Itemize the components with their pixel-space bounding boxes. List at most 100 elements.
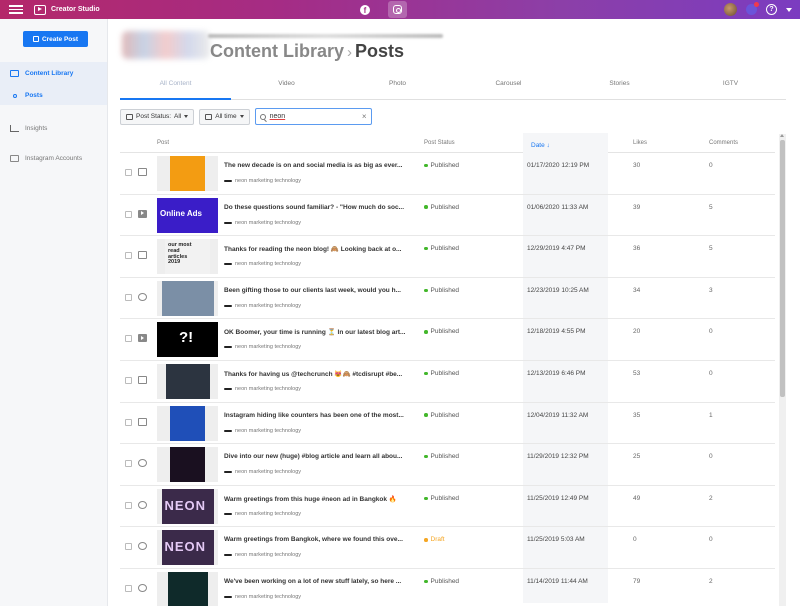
post-thumbnail-cell[interactable]: Online Ads	[157, 197, 218, 233]
tab-stories[interactable]: Stories	[564, 73, 675, 99]
notifications-icon[interactable]	[746, 2, 759, 15]
post-thumbnail	[170, 156, 205, 191]
post-thumbnail-cell[interactable]	[157, 405, 218, 441]
post-caption[interactable]: The new decade is on and social media is…	[224, 162, 414, 169]
thumbnail-caption: ?!	[179, 329, 194, 347]
sidebar-item-posts[interactable]: Posts	[10, 92, 43, 99]
post-likes: 36	[633, 245, 641, 253]
post-date: 11/25/2019 5:03 AM	[527, 536, 585, 544]
clear-icon[interactable]: ×	[362, 112, 367, 121]
column-likes[interactable]: Likes	[633, 140, 647, 146]
calendar-icon	[205, 113, 213, 120]
post-caption[interactable]: Been gifting those to our clients last w…	[224, 287, 414, 294]
row-checkbox[interactable]	[125, 210, 132, 218]
avatar[interactable]	[724, 3, 737, 16]
column-comments[interactable]: Comments	[709, 140, 738, 146]
status-label: Draft	[430, 536, 445, 544]
scroll-up-icon[interactable]	[780, 134, 784, 137]
row-checkbox[interactable]	[125, 252, 132, 260]
post-caption[interactable]: We've been working on a lot of new stuff…	[224, 578, 414, 585]
row-checkbox[interactable]	[125, 460, 132, 468]
post-thumbnail-cell[interactable]	[157, 156, 218, 191]
post-caption[interactable]: Warm greetings from this huge #neon ad i…	[224, 495, 414, 503]
platform-switcher: f	[355, 0, 407, 19]
post-thumbnail: our most read articles 2019	[165, 239, 210, 275]
breadcrumb-content-library[interactable]: Content Library	[210, 41, 344, 61]
time-range-filter[interactable]: All time	[199, 108, 250, 125]
table-row[interactable]: our most read articles 2019 Thanks for r…	[120, 236, 775, 278]
post-comments: 2	[709, 494, 713, 502]
app-title: Creator Studio	[51, 6, 100, 13]
neon-logo-icon	[224, 387, 232, 390]
neon-logo-icon	[224, 554, 232, 557]
table-row[interactable]: Been gifting those to our clients last w…	[120, 278, 775, 320]
facebook-icon[interactable]: f	[360, 4, 370, 15]
status-dot-icon	[424, 246, 428, 251]
account-name: neon marketing technology	[235, 178, 302, 184]
row-checkbox[interactable]	[125, 543, 132, 551]
post-likes: 79	[633, 577, 641, 585]
post-thumbnail-cell[interactable]	[157, 363, 218, 399]
row-checkbox[interactable]	[125, 418, 132, 426]
post-thumbnail-cell[interactable]: NEON	[157, 530, 218, 566]
video-type-icon	[138, 209, 147, 218]
tab-photo[interactable]: Photo	[342, 73, 453, 99]
carousel-type-icon	[138, 500, 147, 509]
scrollbar-thumb[interactable]	[780, 140, 785, 397]
post-likes: 20	[633, 328, 641, 336]
post-caption[interactable]: Dive into our new (huge) #blog article a…	[224, 453, 414, 460]
row-checkbox[interactable]	[125, 169, 132, 176]
row-checkbox[interactable]	[125, 584, 132, 592]
row-checkbox[interactable]	[125, 376, 132, 384]
search-input[interactable]: neon ×	[254, 108, 372, 125]
table-row[interactable]: Thanks for having us @techcrunch 😻🙈 #tcd…	[120, 361, 775, 403]
carousel-type-icon	[138, 583, 147, 592]
table-row[interactable]: NEON Warm greetings from this huge #neon…	[120, 486, 775, 528]
table-header: Post Post Status Date ↓ Likes Comments	[120, 133, 775, 603]
row-checkbox[interactable]	[125, 501, 132, 509]
tab-igtv[interactable]: IGTV	[675, 73, 786, 99]
sidebar-item-insights[interactable]: Insights	[10, 125, 47, 132]
post-comments: 0	[709, 328, 713, 336]
post-comments: 5	[709, 203, 713, 211]
search-value[interactable]: neon	[270, 113, 358, 120]
help-icon[interactable]: ?	[766, 4, 777, 15]
table-row[interactable]: Instagram hiding like counters has been …	[120, 403, 775, 445]
create-post-button[interactable]: Create Post	[23, 31, 88, 47]
post-caption[interactable]: Warm greetings from Bangkok, where we fo…	[224, 536, 414, 543]
table-row[interactable]: ?! OK Boomer, your time is running ⏳ In …	[120, 319, 775, 361]
post-thumbnail-cell[interactable]: NEON	[157, 488, 218, 524]
table-row[interactable]: Online Ads Do these questions sound fami…	[120, 195, 775, 237]
table-row[interactable]: NEON Warm greetings from Bangkok, where …	[120, 527, 775, 569]
post-thumbnail-cell[interactable]	[157, 280, 218, 316]
tab-all-content[interactable]: All Content	[120, 73, 231, 100]
table-row[interactable]: The new decade is on and social media is…	[120, 153, 775, 195]
tab-carousel[interactable]: Carousel	[453, 73, 564, 99]
post-caption[interactable]: Thanks for having us @techcrunch 😻🙈 #tcd…	[224, 370, 414, 378]
menu-icon[interactable]	[9, 5, 23, 14]
instagram-tab[interactable]	[388, 1, 407, 18]
post-caption[interactable]: Instagram hiding like counters has been …	[224, 412, 414, 419]
post-account: neon marketing technology	[224, 469, 301, 475]
sidebar-item-content-library[interactable]: Content Library	[10, 70, 73, 77]
row-checkbox[interactable]	[125, 293, 132, 301]
post-caption[interactable]: OK Boomer, your time is running ⏳ In our…	[224, 328, 414, 336]
row-checkbox[interactable]	[125, 335, 132, 343]
post-caption[interactable]: Do these questions sound familiar? - "Ho…	[224, 204, 414, 211]
post-thumbnail-cell[interactable]	[157, 447, 218, 483]
post-caption[interactable]: Thanks for reading the neon blog! 🙈 Look…	[224, 245, 414, 253]
carousel-type-icon	[138, 459, 147, 468]
account-name: neon marketing technology	[235, 593, 302, 600]
post-thumbnail-cell[interactable]: our most read articles 2019	[157, 239, 218, 275]
post-account: neon marketing technology	[224, 386, 301, 392]
post-status-filter[interactable]: Post Status: All	[120, 108, 195, 125]
column-date[interactable]: Date ↓	[527, 142, 612, 149]
sidebar-item-instagram-accounts[interactable]: Instagram Accounts	[10, 155, 82, 162]
post-thumbnail-cell[interactable]	[157, 571, 218, 606]
table-row[interactable]: Dive into our new (huge) #blog article a…	[120, 444, 775, 486]
table-row[interactable]: We've been working on a lot of new stuff…	[120, 569, 775, 606]
neon-logo-icon	[224, 304, 232, 307]
account-menu-caret-icon[interactable]	[786, 7, 792, 12]
post-thumbnail-cell[interactable]: ?!	[157, 322, 218, 358]
tab-video[interactable]: Video	[231, 73, 342, 99]
